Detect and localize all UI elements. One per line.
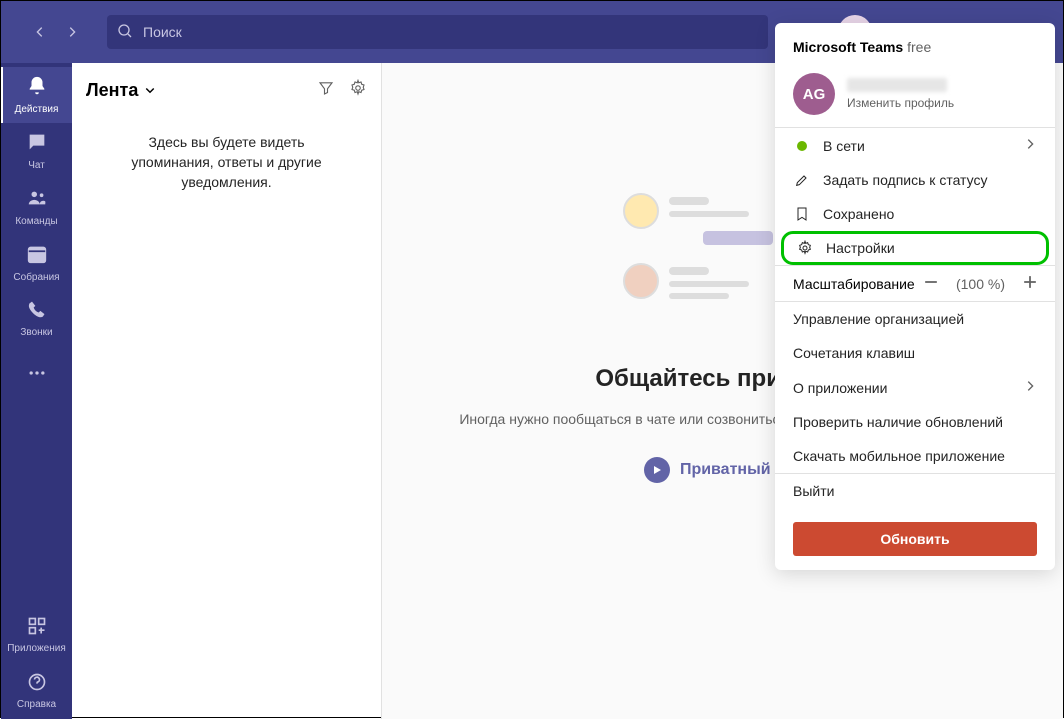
sidebar-label: Справка [17, 699, 56, 710]
sidebar-item-calls[interactable]: Звонки [1, 291, 72, 347]
sign-out-label: Выйти [793, 483, 834, 499]
download-mobile-label: Скачать мобильное приложение [793, 448, 1005, 464]
sidebar-item-calendar[interactable]: Собрания [1, 235, 72, 291]
profile-initials-avatar: AG [793, 73, 835, 115]
download-mobile-item[interactable]: Скачать мобильное приложение [775, 439, 1055, 473]
shortcuts-label: Сочетания клавиш [793, 345, 915, 361]
manage-org-item[interactable]: Управление организацией [775, 302, 1055, 336]
sidebar-label: Действия [15, 104, 59, 115]
profile-dropdown: Microsoft Teams free AG Изменить профиль… [775, 23, 1055, 570]
feed-settings-button[interactable] [349, 79, 367, 102]
saved-label: Сохранено [823, 206, 894, 222]
sidebar-item-chat[interactable]: Чат [1, 123, 72, 179]
status-label: В сети [823, 138, 865, 154]
sidebar-item-activity[interactable]: Действия [1, 67, 72, 123]
check-updates-item[interactable]: Проверить наличие обновлений [775, 405, 1055, 439]
bookmark-icon [793, 206, 811, 222]
search-input[interactable] [107, 15, 768, 49]
feed-empty-text: Здесь вы будете видеть упоминания, ответ… [86, 132, 367, 192]
edit-profile-link[interactable]: Изменить профиль [847, 96, 954, 110]
phone-icon [27, 300, 47, 325]
sidebar-label: Звонки [20, 327, 52, 338]
status-available-icon [797, 141, 807, 151]
check-updates-label: Проверить наличие обновлений [793, 414, 1003, 430]
zoom-value: (100 %) [956, 276, 1005, 292]
search-icon [117, 23, 133, 44]
zoom-in-button[interactable] [1023, 275, 1037, 292]
sidebar-item-help[interactable]: Справка [1, 663, 72, 719]
play-icon [644, 457, 670, 483]
about-item[interactable]: О приложении [775, 370, 1055, 405]
profile-name-redacted [847, 78, 947, 92]
sidebar-label: Собрания [13, 272, 59, 283]
chevron-right-icon [1023, 137, 1037, 154]
feed-title-text: Лента [86, 80, 138, 101]
profile-section: AG Изменить профиль [775, 65, 1055, 127]
sidebar-label: Команды [15, 216, 57, 227]
app-sidebar: Действия Чат Команды Собрания Звонки При… [1, 63, 72, 719]
filter-button[interactable] [317, 79, 335, 102]
sidebar-item-teams[interactable]: Команды [1, 179, 72, 235]
feed-column: Лента Здесь вы будете видеть упоминания,… [72, 63, 382, 719]
gear-icon [796, 240, 814, 256]
settings-label: Настройки [826, 240, 895, 256]
more-icon [27, 363, 47, 388]
update-button[interactable]: Обновить [793, 522, 1037, 556]
sidebar-label: Чат [28, 160, 45, 171]
shortcuts-item[interactable]: Сочетания клавиш [775, 336, 1055, 370]
bell-icon [26, 75, 48, 102]
manage-org-label: Управление организацией [793, 311, 964, 327]
zoom-label: Масштабирование [793, 276, 915, 292]
set-status-message-item[interactable]: Задать подпись к статусу [775, 163, 1055, 197]
sidebar-label: Приложения [7, 643, 66, 654]
nav-back-button[interactable] [25, 17, 55, 47]
set-status-label: Задать подпись к статусу [823, 172, 987, 188]
help-icon [27, 672, 47, 697]
sidebar-more-button[interactable] [1, 347, 72, 403]
status-menu-item[interactable]: В сети [775, 128, 1055, 163]
search-wrap [107, 15, 768, 49]
brand-name: Microsoft Teams [793, 39, 903, 55]
chat-icon [26, 131, 48, 158]
saved-item[interactable]: Сохранено [775, 197, 1055, 231]
sidebar-item-apps[interactable]: Приложения [1, 607, 72, 663]
zoom-row: Масштабирование (100 %) [775, 266, 1055, 301]
calendar-icon [26, 243, 48, 270]
sign-out-item[interactable]: Выйти [775, 474, 1055, 508]
apps-icon [27, 616, 47, 641]
nav-forward-button[interactable] [57, 17, 87, 47]
feed-title-dropdown[interactable]: Лента [86, 80, 156, 101]
edit-icon [793, 172, 811, 188]
about-label: О приложении [793, 380, 887, 396]
chevron-right-icon [1023, 379, 1037, 396]
chevron-down-icon [144, 80, 156, 101]
settings-item[interactable]: Настройки [781, 231, 1049, 265]
tier-label: free [907, 39, 931, 55]
dropdown-header: Microsoft Teams free [775, 23, 1055, 65]
teams-icon [26, 187, 48, 214]
zoom-out-button[interactable] [924, 275, 938, 292]
